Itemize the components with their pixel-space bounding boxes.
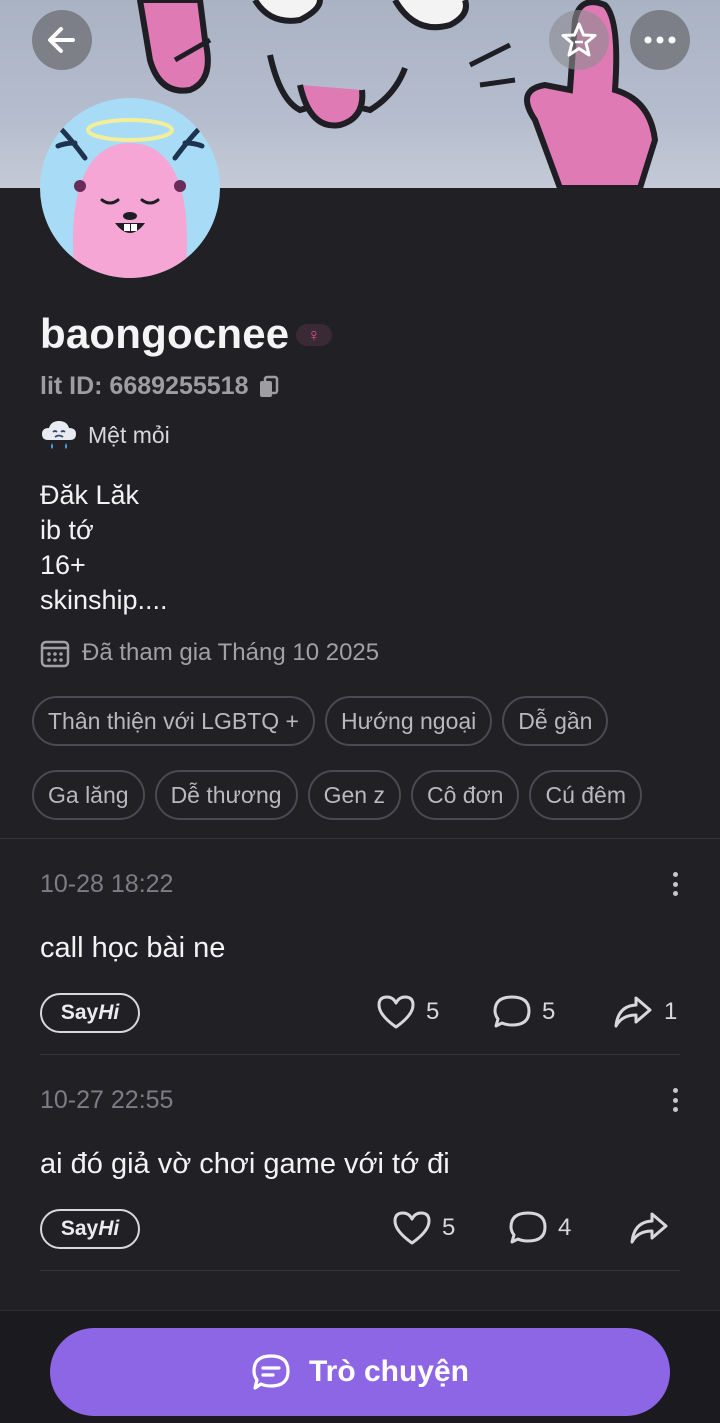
more-icon: [644, 36, 676, 44]
post-time: 10-28 18:22: [40, 870, 174, 898]
post-divider: [40, 1270, 680, 1271]
sayhi-label-italic: Hi: [98, 1217, 120, 1240]
bio-line: 16+: [40, 550, 86, 580]
comment-count: 5: [542, 998, 556, 1025]
post-text: ai đó giả vờ chơi game với tớ đi: [40, 1148, 450, 1180]
post-item[interactable]: 10-28 18:22 call học bài ne Say Hi 5 5 1: [40, 870, 680, 1056]
lit-id-text: lit ID: 6689255518: [40, 372, 249, 400]
copy-icon[interactable]: [258, 375, 280, 399]
like-count: 5: [426, 998, 440, 1025]
comment-button[interactable]: 4: [508, 1210, 571, 1246]
like-button[interactable]: 5: [376, 994, 439, 1030]
tag-chip[interactable]: Dễ thương: [154, 770, 298, 820]
share-count: 1: [664, 998, 678, 1025]
heart-icon: [377, 995, 415, 1029]
comment-button[interactable]: 5: [492, 994, 555, 1030]
tag-chip[interactable]: Dễ gần: [502, 696, 609, 746]
chat-icon: [252, 1354, 290, 1390]
more-options-button[interactable]: [630, 10, 690, 70]
star-icon: [561, 22, 597, 57]
share-button[interactable]: [628, 1210, 670, 1246]
sayhi-label-italic: Hi: [98, 1001, 120, 1024]
post-item[interactable]: 10-27 22:55 ai đó giả vờ chơi game với t…: [40, 1086, 680, 1272]
calendar-icon: [40, 640, 70, 668]
post-text: call học bài ne: [40, 932, 226, 964]
bio: Đăk Lăk ib tớ 16+ skinship....: [40, 478, 168, 618]
section-divider: [0, 838, 720, 839]
back-button[interactable]: [32, 10, 92, 70]
tag-chip[interactable]: Gen z: [307, 770, 401, 820]
comment-count: 4: [558, 1214, 572, 1241]
bio-line: Đăk Lăk: [40, 480, 140, 510]
joined-date: Đã tham gia Tháng 10 2025: [40, 638, 379, 668]
post-time: 10-27 22:55: [40, 1086, 174, 1114]
bio-line: ib tớ: [40, 515, 94, 545]
share-icon: [630, 1212, 668, 1244]
like-count: 5: [442, 1214, 456, 1241]
tag-chip[interactable]: Cú đêm: [529, 770, 642, 820]
avatar[interactable]: [40, 98, 220, 278]
share-icon: [614, 996, 652, 1028]
favorite-button[interactable]: [549, 10, 609, 70]
heart-icon: [393, 1211, 431, 1245]
like-button[interactable]: 5: [392, 1210, 455, 1246]
username: baongocnee: [40, 310, 290, 357]
chat-button[interactable]: Trò chuyện: [50, 1328, 670, 1416]
mood-label: Mệt mỏi: [88, 421, 170, 448]
chat-button-label: Trò chuyện: [308, 1355, 470, 1388]
sayhi-label: Say: [60, 1001, 99, 1024]
post-more-button[interactable]: [670, 1088, 680, 1112]
gender-badge: ♀: [296, 324, 332, 346]
sayhi-button[interactable]: Say Hi: [40, 993, 140, 1033]
joined-label: Đã tham gia Tháng 10 2025: [82, 639, 380, 666]
tag-chip[interactable]: Hướng ngoại: [324, 696, 493, 746]
tag-list: Ga lăng Dễ thương Gen z Cô đơn Cú đêm: [32, 770, 702, 820]
sayhi-label: Say: [60, 1217, 99, 1240]
back-arrow-icon: [48, 27, 75, 53]
post-divider: [40, 1054, 680, 1055]
tag-chip[interactable]: Ga lăng: [32, 770, 145, 820]
mood-cloud-icon: [42, 421, 76, 449]
lit-id: lit ID: 6689255518: [40, 372, 280, 401]
tag-chip[interactable]: Cô đơn: [410, 770, 520, 820]
bio-line: skinship....: [40, 585, 168, 615]
sayhi-button[interactable]: Say Hi: [40, 1209, 140, 1249]
avatar-image: [55, 118, 205, 278]
mood-status[interactable]: Mệt mỏi: [40, 418, 170, 452]
comment-icon: [493, 995, 531, 1028]
tag-list: Thân thiện với LGBTQ + Hướng ngoại Dễ gầ…: [32, 696, 702, 746]
comment-icon: [509, 1211, 547, 1244]
post-more-button[interactable]: [670, 872, 680, 896]
tag-chip[interactable]: Thân thiện với LGBTQ +: [32, 696, 315, 746]
female-icon: ♀: [307, 324, 321, 345]
share-button[interactable]: 1: [612, 994, 677, 1030]
